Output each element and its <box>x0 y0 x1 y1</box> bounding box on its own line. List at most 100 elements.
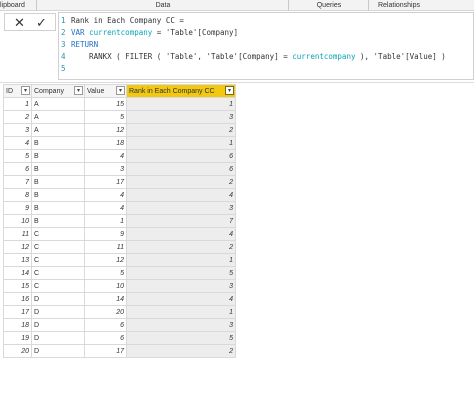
cell-company[interactable]: B <box>31 162 85 176</box>
formula-line: 4 RANKX ( FILTER ( 'Table', 'Table'[Comp… <box>61 51 446 63</box>
cell-rank[interactable]: 4 <box>126 227 236 241</box>
cell-rank[interactable]: 1 <box>126 253 236 267</box>
cell-company[interactable]: B <box>31 149 85 163</box>
line-number: 2 <box>61 28 66 37</box>
cell-id[interactable]: 20 <box>3 344 32 358</box>
cell-company[interactable]: B <box>31 214 85 228</box>
cell-id[interactable]: 14 <box>3 266 32 280</box>
table-row: 2A53 <box>3 110 236 124</box>
cell-company[interactable]: C <box>31 266 85 280</box>
cell-id[interactable]: 2 <box>3 110 32 124</box>
formula-bar-buttons: ✕ ✓ <box>4 13 56 31</box>
cell-company[interactable]: A <box>31 123 85 137</box>
cell-company[interactable]: A <box>31 97 85 111</box>
cell-company[interactable]: D <box>31 331 85 345</box>
cell-rank[interactable]: 6 <box>126 149 236 163</box>
table-row: 1 A 15 1 <box>3 97 236 111</box>
cell-id[interactable]: 4 <box>3 136 32 150</box>
cell-company[interactable]: D <box>31 344 85 358</box>
cell-value[interactable]: 12 <box>84 253 127 267</box>
cell-value[interactable]: 1 <box>84 214 127 228</box>
cell-value[interactable]: 17 <box>84 175 127 189</box>
cell-id[interactable]: 1 <box>3 97 32 111</box>
table-row: 18 D 6 3 <box>3 318 236 332</box>
cell-id[interactable]: 8 <box>3 188 32 202</box>
cell-value[interactable]: 4 <box>84 201 127 215</box>
column-header-id[interactable]: ID ▾ <box>3 84 32 98</box>
cell-rank[interactable]: 3 <box>126 110 236 124</box>
cell-id[interactable]: 7 <box>3 175 32 189</box>
cell-id[interactable]: 5 <box>3 149 32 163</box>
cell-value[interactable]: 20 <box>84 305 127 319</box>
filter-dropdown-icon[interactable]: ▾ <box>74 86 83 95</box>
cell-company[interactable]: C <box>31 227 85 241</box>
cell-rank[interactable]: 3 <box>126 279 236 293</box>
cell-rank[interactable]: 2 <box>126 175 236 189</box>
cell-company[interactable]: B <box>31 188 85 202</box>
cell-value[interactable]: 4 <box>84 149 127 163</box>
column-header-rank[interactable]: Rank in Each Company CC ▾ <box>126 84 236 98</box>
cell-id[interactable]: 18 <box>3 318 32 332</box>
cell-rank[interactable]: 1 <box>126 97 236 111</box>
filter-dropdown-icon[interactable]: ▾ <box>225 86 234 95</box>
cell-value[interactable]: 4 <box>84 188 127 202</box>
cell-company[interactable]: C <box>31 279 85 293</box>
cell-id[interactable]: 16 <box>3 292 32 306</box>
cell-rank[interactable]: 3 <box>126 318 236 332</box>
filter-dropdown-icon[interactable]: ▾ <box>21 86 30 95</box>
cell-id[interactable]: 10 <box>3 214 32 228</box>
cell-company[interactable]: B <box>31 136 85 150</box>
cell-id[interactable]: 12 <box>3 240 32 254</box>
formula-editor[interactable]: 1 Rank in Each Company CC = 2 VAR currentco… <box>58 12 474 80</box>
cell-company[interactable]: D <box>31 305 85 319</box>
cell-value[interactable]: 17 <box>84 344 127 358</box>
cell-rank[interactable]: 5 <box>126 266 236 280</box>
cell-company[interactable]: A <box>31 110 85 124</box>
cell-value[interactable]: 11 <box>84 240 127 254</box>
cell-id[interactable]: 15 <box>3 279 32 293</box>
cell-rank[interactable]: 4 <box>126 188 236 202</box>
column-header-value[interactable]: Value ▾ <box>84 84 127 98</box>
cell-company[interactable]: B <box>31 175 85 189</box>
cell-rank[interactable]: 2 <box>126 123 236 137</box>
cell-value[interactable]: 18 <box>84 136 127 150</box>
cell-value[interactable]: 6 <box>84 318 127 332</box>
cell-id[interactable]: 6 <box>3 162 32 176</box>
cell-id[interactable]: 13 <box>3 253 32 267</box>
cell-company[interactable]: C <box>31 240 85 254</box>
cell-value[interactable]: 14 <box>84 292 127 306</box>
cell-company[interactable]: D <box>31 292 85 306</box>
cell-id[interactable]: 17 <box>3 305 32 319</box>
column-header-company[interactable]: Company ▾ <box>31 84 85 98</box>
checkmark-icon[interactable]: ✓ <box>36 15 47 31</box>
cell-rank[interactable]: 2 <box>126 240 236 254</box>
cell-company[interactable]: B <box>31 201 85 215</box>
cell-id[interactable]: 3 <box>3 123 32 137</box>
cell-rank[interactable]: 1 <box>126 136 236 150</box>
cell-value[interactable]: 10 <box>84 279 127 293</box>
cell-value[interactable]: 6 <box>84 331 127 345</box>
cell-rank[interactable]: 3 <box>126 201 236 215</box>
cell-value[interactable]: 5 <box>84 110 127 124</box>
cell-rank[interactable]: 1 <box>126 305 236 319</box>
cell-rank[interactable]: 2 <box>126 344 236 358</box>
cell-value[interactable]: 9 <box>84 227 127 241</box>
cell-rank[interactable]: 5 <box>126 331 236 345</box>
cell-company[interactable]: C <box>31 253 85 267</box>
formula-token: currentcompany <box>292 52 356 61</box>
cell-id[interactable]: 9 <box>3 201 32 215</box>
cell-company[interactable]: D <box>31 318 85 332</box>
cell-value[interactable]: 5 <box>84 266 127 280</box>
cell-value[interactable]: 3 <box>84 162 127 176</box>
cell-id[interactable]: 11 <box>3 227 32 241</box>
cell-id[interactable]: 19 <box>3 331 32 345</box>
close-icon[interactable]: ✕ <box>14 15 25 31</box>
ribbon-group-relationships: Relationships <box>368 0 429 11</box>
cell-rank[interactable]: 7 <box>126 214 236 228</box>
cell-rank[interactable]: 4 <box>126 292 236 306</box>
cell-value[interactable]: 15 <box>84 97 127 111</box>
cell-rank[interactable]: 6 <box>126 162 236 176</box>
filter-dropdown-icon[interactable]: ▾ <box>116 86 125 95</box>
formula-token: RETURN <box>71 40 99 49</box>
cell-value[interactable]: 12 <box>84 123 127 137</box>
